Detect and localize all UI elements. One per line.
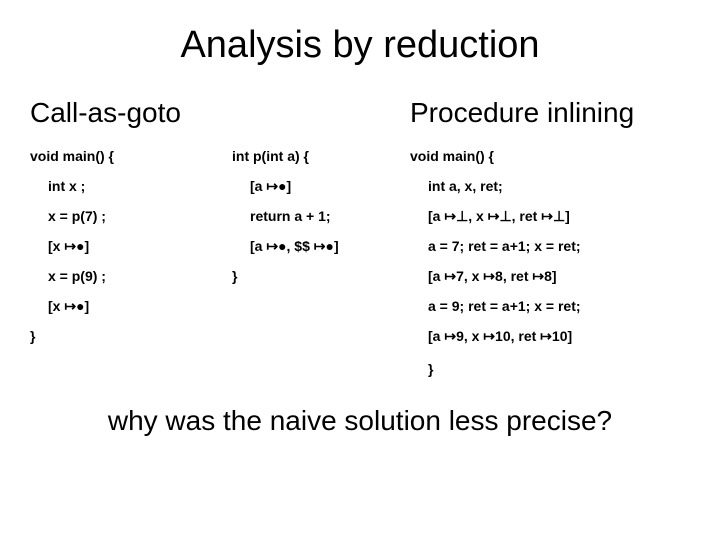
- code-line: [a ↦●]: [232, 171, 402, 201]
- code-text: [x ↦●]: [48, 299, 89, 313]
- code-text: int a, x, ret;: [428, 179, 503, 193]
- code-line: void main() {: [30, 141, 230, 171]
- code-line: x = p(7) ;: [30, 201, 230, 231]
- column-procedure-p: int p(int a) { [a ↦●] return a + 1; [a ↦…: [232, 97, 402, 377]
- code-line: [a ↦●, $$ ↦●]: [232, 231, 402, 261]
- spacer: [410, 351, 690, 361]
- code-text: void main() {: [410, 149, 494, 163]
- code-line-closing-brace: }: [410, 361, 690, 377]
- column-call-as-goto: Call-as-goto void main() { int x ; x = p…: [30, 97, 230, 377]
- code-text: }: [30, 329, 35, 343]
- code-text: int x ;: [48, 179, 85, 193]
- spacer: [232, 97, 402, 141]
- code-text: [x ↦●]: [48, 239, 89, 253]
- code-line: [a ↦⊥, x ↦⊥, ret ↦⊥]: [410, 201, 690, 231]
- heading-call-as-goto: Call-as-goto: [30, 97, 230, 129]
- code-text: [a ↦●]: [250, 179, 291, 193]
- code-line: int p(int a) {: [232, 141, 402, 171]
- code-line: }: [30, 321, 230, 351]
- code-line: [a ↦9, x ↦10, ret ↦10]: [410, 321, 690, 351]
- column-procedure-inlining: Procedure inlining void main() { int a, …: [410, 97, 690, 377]
- code-line: int a, x, ret;: [410, 171, 690, 201]
- code-line: [x ↦●]: [30, 291, 230, 321]
- code-line: [x ↦●]: [30, 231, 230, 261]
- code-text: }: [428, 361, 433, 377]
- code-text: [a ↦7, x ↦8, ret ↦8]: [428, 269, 557, 283]
- code-line: a = 9; ret = a+1; x = ret;: [410, 291, 690, 321]
- question-text: why was the naive solution less precise?: [30, 405, 690, 437]
- code-text: int p(int a) {: [232, 149, 309, 163]
- code-line: void main() {: [410, 141, 690, 171]
- heading-procedure-inlining: Procedure inlining: [410, 97, 690, 129]
- code-text: }: [232, 269, 237, 283]
- code-line: a = 7; ret = a+1; x = ret;: [410, 231, 690, 261]
- code-text: return a + 1;: [250, 209, 331, 223]
- code-text: x = p(7) ;: [48, 209, 106, 223]
- code-line: int x ;: [30, 171, 230, 201]
- code-line: return a + 1;: [232, 201, 402, 231]
- code-text: [a ↦⊥, x ↦⊥, ret ↦⊥]: [428, 209, 570, 223]
- code-text: a = 7; ret = a+1; x = ret;: [428, 239, 581, 253]
- slide-title: Analysis by reduction: [30, 24, 690, 67]
- code-text: [a ↦9, x ↦10, ret ↦10]: [428, 329, 572, 343]
- columns: Call-as-goto void main() { int x ; x = p…: [30, 97, 690, 377]
- code-line: x = p(9) ;: [30, 261, 230, 291]
- code-text: a = 9; ret = a+1; x = ret;: [428, 299, 581, 313]
- slide-root: Analysis by reduction Call-as-goto void …: [0, 0, 720, 540]
- code-line: }: [232, 261, 402, 291]
- code-text: x = p(9) ;: [48, 269, 106, 283]
- code-text: void main() {: [30, 149, 114, 163]
- code-text: [a ↦●, $$ ↦●]: [250, 239, 339, 253]
- code-line: [a ↦7, x ↦8, ret ↦8]: [410, 261, 690, 291]
